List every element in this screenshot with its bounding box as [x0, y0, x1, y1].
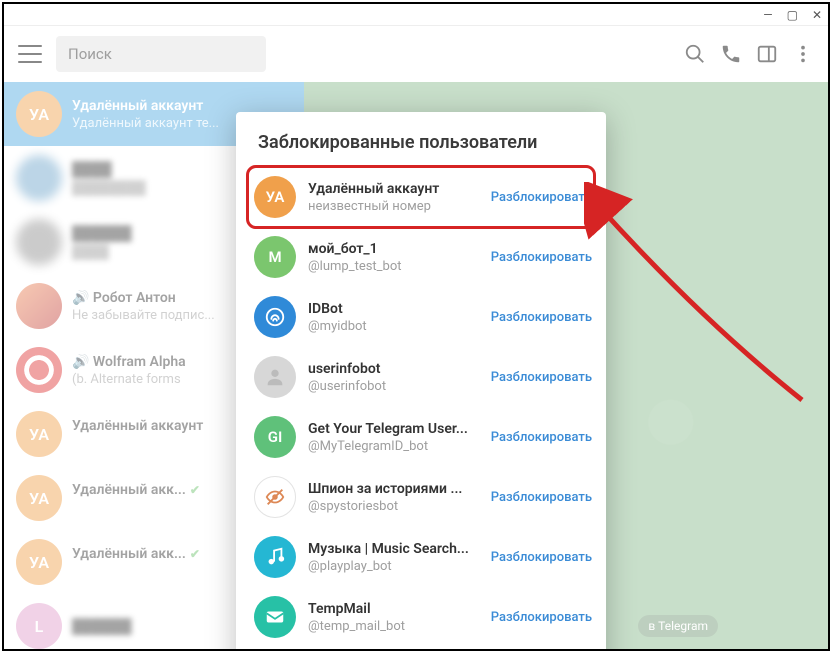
window-minimize[interactable]: —	[763, 9, 772, 21]
user-name: userinfobot	[308, 361, 479, 377]
window-close[interactable]: ✕	[812, 9, 822, 21]
user-handle: @myidbot	[308, 319, 479, 334]
sidepanel-icon[interactable]	[756, 43, 778, 65]
user-name: TempMail	[308, 601, 479, 617]
avatar: М	[254, 236, 296, 278]
unblock-button[interactable]: Разблокировать	[491, 310, 592, 325]
blocked-users-modal: Заблокированные пользователи УА Удалённый…	[236, 112, 606, 649]
user-handle: @lump_test_bot	[308, 259, 479, 274]
avatar	[254, 476, 296, 518]
blocked-users-list: УА Удалённый аккаунт неизвестный номер Разб…	[236, 167, 606, 649]
user-name: IDBot	[308, 301, 479, 317]
more-icon[interactable]	[792, 43, 814, 65]
avatar	[254, 296, 296, 338]
avatar	[254, 536, 296, 578]
blocked-user-row: Музыка | Music Search... @playplay_bot Раз…	[246, 527, 600, 587]
blocked-user-row: УА Удалённый аккаунт неизвестный номер Разб…	[246, 167, 600, 227]
topbar: Поиск	[4, 26, 828, 82]
user-handle: @temp_mail_bot	[308, 619, 479, 634]
blocked-user-row: Ммой_бот_1 @lump_test_bot Разблокировать	[246, 227, 600, 287]
unblock-button[interactable]: Разблокировать	[491, 490, 592, 505]
user-handle: @MyTelegramID_bot	[308, 439, 479, 454]
blocked-user-row: TempMail @temp_mail_bot Разблокировать	[246, 587, 600, 647]
user-name: Музыка | Music Search...	[308, 541, 479, 557]
unblock-button[interactable]: Разблокировать	[491, 430, 592, 445]
unblock-button[interactable]: Разблокировать	[491, 250, 592, 265]
user-name: Шпион за историями ...	[308, 481, 479, 497]
avatar	[254, 356, 296, 398]
blocked-user-row: GI Get Your Telegram User... @MyTelegramID…	[246, 407, 600, 467]
avatar: УА	[254, 176, 296, 218]
unblock-button[interactable]: Разблокировать	[491, 370, 592, 385]
search-icon[interactable]	[684, 43, 706, 65]
modal-title: Заблокированные пользователи	[236, 112, 606, 167]
menu-icon[interactable]	[18, 45, 42, 63]
unblock-button[interactable]: Разблокировать	[491, 190, 592, 205]
user-handle: @userinfobot	[308, 379, 479, 394]
user-name: Get Your Telegram User...	[308, 421, 479, 437]
blocked-user-row: userinfobot @userinfobot Разблокировать	[246, 347, 600, 407]
unblock-button[interactable]: Разблокировать	[491, 610, 592, 625]
blocked-user-row: IDBot @myidbot Разблокировать	[246, 287, 600, 347]
avatar	[254, 596, 296, 638]
unblock-button[interactable]: Разблокировать	[491, 550, 592, 565]
user-name: Удалённый аккаунт	[308, 181, 479, 197]
avatar: GI	[254, 416, 296, 458]
call-icon[interactable]	[720, 43, 742, 65]
window-maximize[interactable]: ▢	[787, 9, 798, 21]
blocked-user-row: Шпион за историями ... @spystoriesbot Разб…	[246, 467, 600, 527]
user-handle: неизвестный номер	[308, 199, 479, 214]
user-name: мой_бот_1	[308, 241, 479, 257]
user-handle: @playplay_bot	[308, 559, 479, 574]
search-input[interactable]: Поиск	[56, 36, 266, 72]
user-handle: @spystoriesbot	[308, 499, 479, 514]
